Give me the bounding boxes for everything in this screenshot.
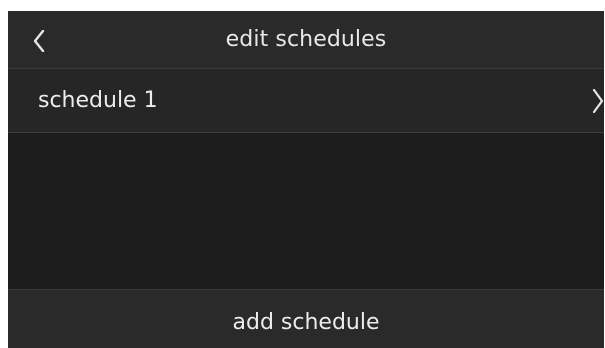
header-bar: edit schedules	[8, 11, 604, 69]
back-button[interactable]	[20, 21, 60, 59]
schedule-item[interactable]: schedule 1	[8, 69, 604, 133]
page-title: edit schedules	[225, 27, 387, 52]
add-schedule-label: add schedule	[232, 310, 380, 335]
schedule-item-label: schedule 1	[38, 88, 158, 113]
device-screen: edit schedules schedule 1 add schedule	[8, 11, 604, 348]
add-schedule-button[interactable]: add schedule	[8, 289, 604, 348]
chevron-left-icon	[33, 30, 45, 52]
chevron-right-icon	[592, 89, 604, 113]
schedule-list: schedule 1	[8, 69, 604, 133]
